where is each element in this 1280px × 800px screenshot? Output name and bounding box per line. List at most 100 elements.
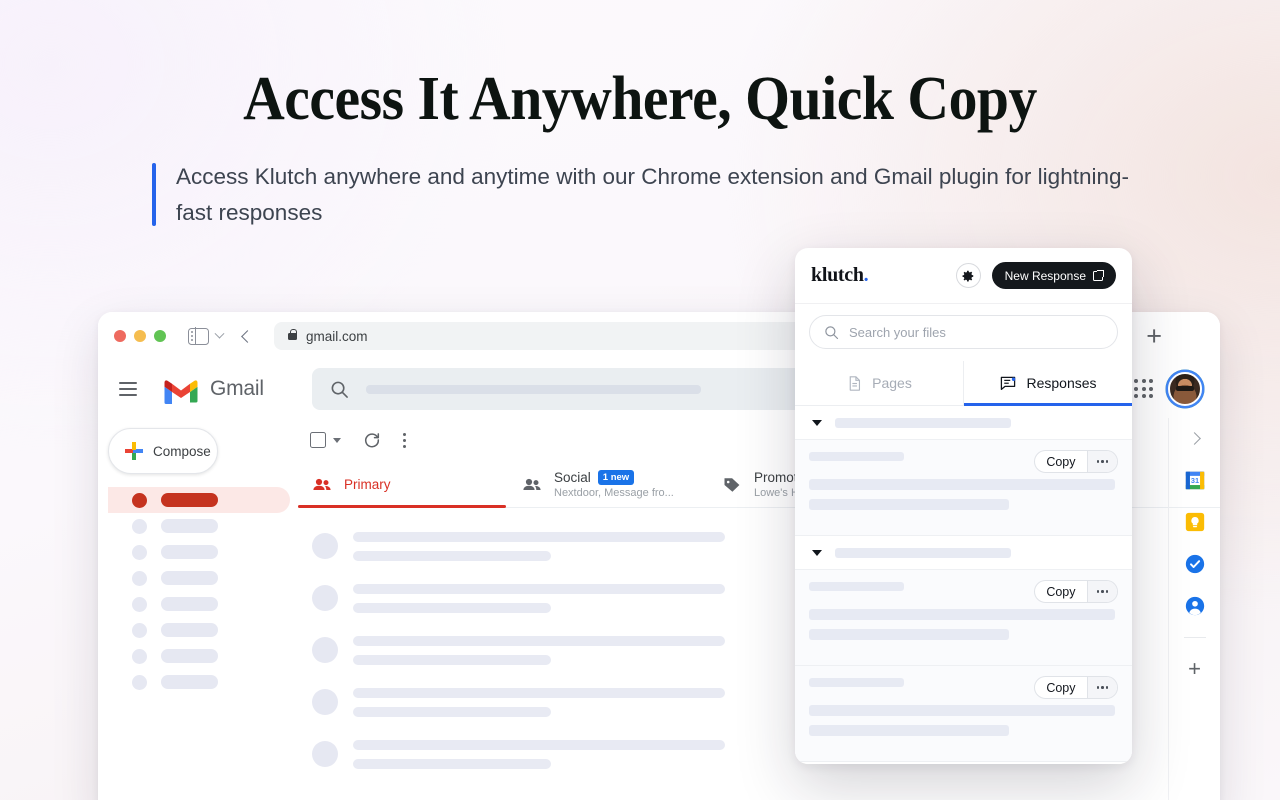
gmail-side-panel: 31 + [1168,418,1220,800]
tab-pages[interactable]: Pages [795,361,964,405]
response-title-placeholder [809,452,904,461]
sidebar-item[interactable] [108,565,290,591]
response-group-header[interactable] [795,406,1132,440]
tab-responses-label: Responses [1026,375,1097,391]
sidebar-item[interactable] [108,539,290,565]
external-link-icon [1093,269,1104,281]
hero-section: Access It Anywhere, Quick Copy Access Kl… [0,0,1280,232]
sidebar-item[interactable] [108,669,290,695]
avatar [312,689,338,715]
more-options-icon[interactable] [1086,677,1117,698]
tab-primary-label: Primary [344,477,391,492]
calendar-icon[interactable]: 31 [1184,469,1206,491]
add-app-icon[interactable]: + [1188,658,1201,680]
list-item[interactable]: Copy [795,570,1132,666]
gmail-header-actions [1134,360,1220,418]
chevron-down-icon[interactable] [812,419,822,426]
copy-button-group: Copy [1034,676,1118,699]
subject-placeholder [353,635,725,646]
more-options-icon[interactable] [1086,581,1117,602]
copy-button-group: Copy [1034,580,1118,603]
snippet-placeholder [353,654,551,665]
copy-button[interactable]: Copy [1035,451,1086,472]
klutch-header-actions: New Response [955,262,1116,289]
copy-button-group: Copy [1034,450,1118,473]
response-title-placeholder [809,582,904,591]
nav-label-placeholder [161,571,218,585]
expand-panel-chevron-icon[interactable] [1188,432,1201,445]
window-controls[interactable] [114,330,166,342]
tab-social-subtitle: Nextdoor, Message fro... [554,487,674,499]
nav-icon-placeholder [132,518,147,534]
sidebar-toggle-icon[interactable] [188,326,209,346]
tab-social-label: Social [554,470,591,485]
maximize-window-button[interactable] [154,330,166,342]
nav-icon-placeholder [132,622,147,638]
sidebar-item-inbox[interactable] [108,487,290,513]
nav-label-placeholder [161,649,218,663]
klutch-header: klutch. New Response [795,248,1132,304]
message-icon [1001,376,1016,391]
tab-primary[interactable]: Primary [298,462,508,508]
sidebar-item[interactable] [108,643,290,669]
klutch-tabs: Pages Responses [795,361,1132,406]
nav-label-placeholder [161,597,218,611]
svg-text:31: 31 [1190,476,1198,485]
copy-button[interactable]: Copy [1035,677,1086,698]
copy-button[interactable]: Copy [1035,581,1086,602]
new-response-button[interactable]: New Response [991,262,1116,289]
search-icon [825,325,839,339]
response-body-placeholder [809,609,1115,620]
snippet-placeholder [353,758,551,769]
sidebar-item[interactable] [108,617,290,643]
new-tab-button[interactable]: + [1146,323,1162,350]
page-title: Access It Anywhere, Quick Copy [243,65,1037,133]
minimize-window-button[interactable] [134,330,146,342]
klutch-panel: klutch. New Response Search your files P… [795,248,1132,764]
sidebar-item[interactable] [108,513,290,539]
group-name-placeholder [835,547,1011,558]
select-all-checkbox[interactable] [310,432,326,448]
nav-icon-placeholder [132,648,147,664]
tasks-icon[interactable] [1184,553,1206,575]
tab-social[interactable]: Social 1 new Nextdoor, Message fro... [508,462,708,507]
contacts-icon[interactable] [1184,595,1206,617]
google-apps-icon[interactable] [1134,379,1154,399]
keep-icon[interactable] [1184,511,1206,533]
lock-icon [288,328,297,340]
chevron-down-icon[interactable] [214,328,225,339]
gmail-search-input[interactable] [311,368,832,410]
subject-placeholder [353,583,725,594]
snippet-placeholder [353,550,551,561]
sidebar-item[interactable] [108,591,290,617]
document-icon [849,375,861,391]
snippet-placeholder [353,706,551,717]
main-menu-icon[interactable] [119,379,137,399]
list-item[interactable]: Copy [795,666,1132,762]
response-group-header[interactable] [795,536,1132,570]
page-subtitle: Access Klutch anywhere and anytime with … [176,163,1129,226]
more-options-icon[interactable] [403,432,406,448]
search-input[interactable]: Search your files [809,315,1118,349]
nav-icon-placeholder [132,570,147,586]
subject-placeholder [353,739,725,750]
avatar [312,637,338,663]
gmail-wordmark: Gmail [210,377,264,400]
snippet-placeholder [353,602,551,613]
chevron-down-icon[interactable] [812,549,822,556]
gmail-logo-icon [164,380,198,404]
select-all-chevron-icon[interactable] [333,437,341,443]
refresh-icon[interactable] [363,431,381,449]
compose-button[interactable]: Compose [108,428,218,474]
tab-responses[interactable]: Responses [964,361,1132,406]
more-options-icon[interactable] [1086,451,1117,472]
avatar[interactable] [1168,372,1202,406]
compose-label: Compose [153,443,211,459]
back-chevron-icon[interactable] [241,329,254,343]
tag-icon [724,477,740,492]
gear-icon[interactable] [955,263,981,288]
close-window-button[interactable] [114,330,126,342]
list-item[interactable]: Copy [795,440,1132,536]
klutch-content: Copy Copy Copy [795,406,1132,764]
klutch-search-wrap: Search your files [795,304,1132,361]
